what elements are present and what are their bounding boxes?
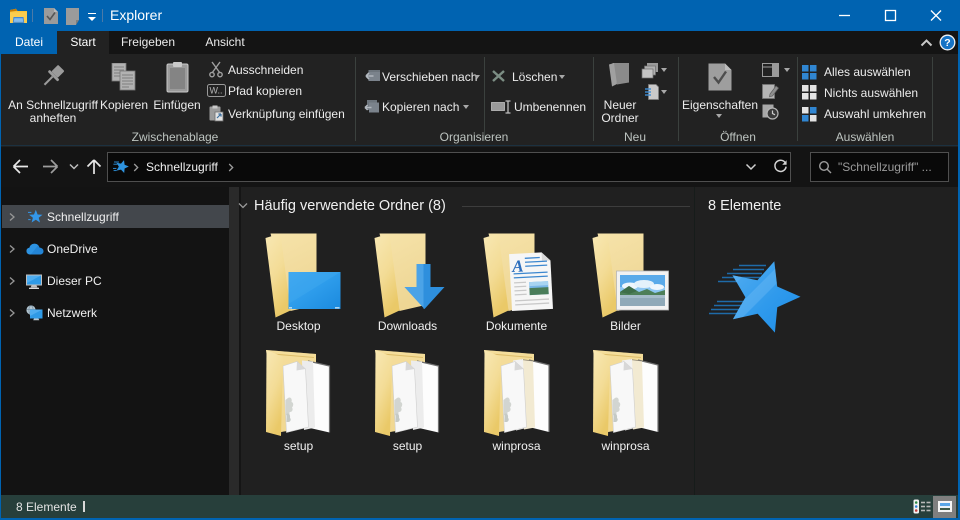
svg-text:?: ? xyxy=(944,37,950,49)
svg-text:W..: W.. xyxy=(210,86,223,96)
